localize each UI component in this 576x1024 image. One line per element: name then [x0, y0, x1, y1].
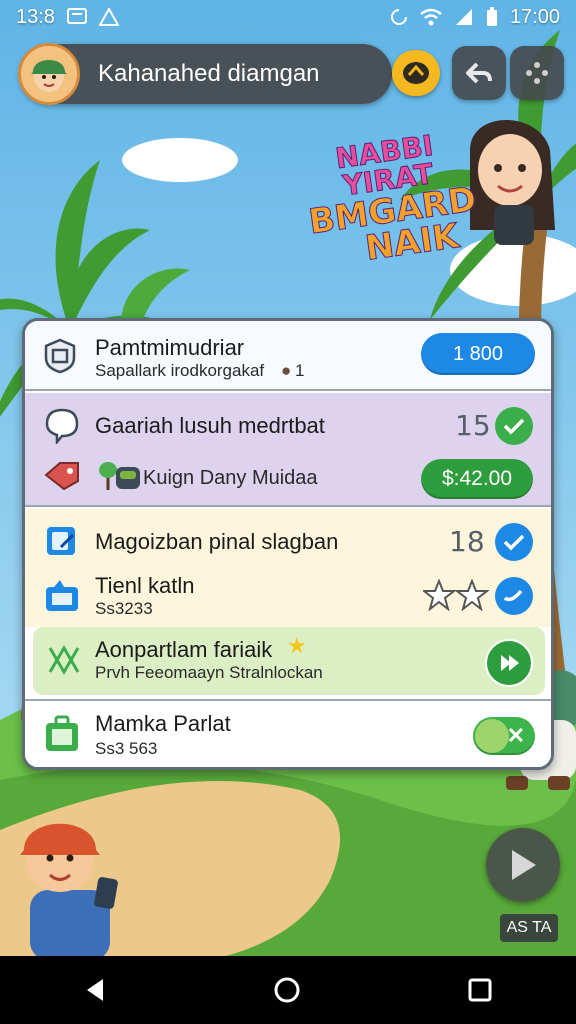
rating-stars [421, 578, 490, 616]
play-icon [512, 850, 536, 880]
home-circle-icon[interactable] [273, 976, 301, 1004]
back-triangle-icon[interactable] [83, 977, 107, 1003]
toggle-switch[interactable]: ✕ [473, 717, 535, 755]
status-bar: 13:8 17:00 [0, 0, 576, 34]
wifi-icon [420, 8, 442, 26]
task-list-panel: Pamtmimudriar Sapallark irodkorgakaf ● 1… [22, 318, 554, 770]
avatar-icon [21, 46, 77, 102]
header-bar: Kahanahed diamgan [18, 43, 392, 105]
list-item[interactable]: Mamka Parlat Ss3 563 ✕ [25, 699, 551, 767]
back-button[interactable] [452, 46, 506, 100]
item-title: Kuign Dany Muidaa [143, 467, 318, 489]
tag-icon [43, 457, 81, 495]
promo-banner: NABBI YIRAT BMGARD NAIK [298, 127, 484, 273]
drop-icon: ● [281, 361, 292, 380]
list-group-purple: Gaariah lusuh medrtbat 15 Kuign Dany Mui… [25, 393, 551, 507]
bag-icon [109, 457, 147, 495]
item-subtitle: Ss3 563 [95, 739, 158, 758]
map-pin-icon [45, 641, 83, 679]
toggle-knob [475, 719, 509, 753]
close-icon: ✕ [506, 723, 525, 748]
list-header-subtitle: Sapallark irodkorgakaf [95, 361, 265, 380]
item-title: Aonpartlam fariaik [95, 637, 273, 662]
item-price-button[interactable]: $:42.00 [421, 459, 533, 499]
thumbs-up-icon [43, 577, 81, 615]
app-icon [98, 8, 119, 26]
battery-icon [486, 7, 497, 26]
list-item-highlighted[interactable]: Aonpartlam fariaik ★ Prvh Feeomaayn Stra… [33, 627, 545, 695]
document-icon [43, 523, 81, 561]
avatar[interactable] [18, 43, 80, 105]
star-outline-icon [421, 578, 490, 612]
item-count: 18 [449, 525, 485, 558]
menu-button[interactable] [510, 46, 564, 100]
list-item[interactable]: Gaariah lusuh medrtbat 15 [25, 397, 551, 453]
briefcase-icon [43, 715, 81, 753]
play-button[interactable] [485, 639, 533, 687]
item-price-label: $:42.00 [441, 467, 513, 490]
item-title: Mamka Parlat [95, 711, 231, 736]
list-header-subtitle-count: 1 [295, 361, 305, 380]
list-item[interactable]: Kuign Dany Muidaa $:42.00 [25, 449, 551, 505]
shield-icon [41, 337, 79, 375]
status-time-right: 17:00 [509, 5, 560, 28]
header-price-button[interactable]: 1 800 [421, 333, 535, 375]
navigation-bar [0, 956, 576, 1024]
list-header: Pamtmimudriar Sapallark irodkorgakaf ● 1… [25, 321, 551, 391]
item-title: Gaariah lusuh medrtbat [95, 413, 325, 438]
coin-icon [403, 62, 429, 84]
list-group-cream: Magoizban pinal slagban 18 Tienl katln S… [25, 509, 551, 627]
item-count: 15 [455, 409, 491, 442]
girl-character [470, 120, 555, 245]
header-price-label: 1 800 [452, 342, 504, 365]
message-icon [66, 8, 87, 24]
check-icon[interactable] [495, 407, 533, 445]
list-header-title: Pamtmimudriar [95, 335, 245, 360]
item-subtitle: Prvh Feeomaayn Stralnlockan [95, 663, 323, 682]
list-item[interactable]: Magoizban pinal slagban 18 [25, 513, 551, 569]
speech-bubble-icon [43, 407, 81, 445]
sync-icon [390, 9, 407, 25]
dpad-icon [526, 62, 548, 84]
status-time-left: 13:8 [16, 5, 55, 28]
item-title: Tienl katln [95, 573, 195, 598]
signal-icon [455, 9, 472, 25]
coin-button[interactable] [392, 50, 440, 96]
list-item[interactable]: Tienl katln Ss3233 [25, 569, 551, 625]
fast-forward-icon [501, 655, 519, 671]
ads-label[interactable]: AS TA [500, 914, 558, 942]
recents-square-icon[interactable] [467, 977, 493, 1003]
floating-play-button[interactable] [486, 828, 560, 902]
check-icon[interactable] [495, 523, 533, 561]
item-subtitle: Ss3233 [95, 599, 153, 618]
star-icon: ★ [287, 633, 307, 658]
back-arrow-icon [466, 62, 492, 84]
item-title: Magoizban pinal slagban [95, 529, 339, 554]
check-icon[interactable] [495, 577, 533, 615]
header-title: Kahanahed diamgan [98, 60, 320, 87]
